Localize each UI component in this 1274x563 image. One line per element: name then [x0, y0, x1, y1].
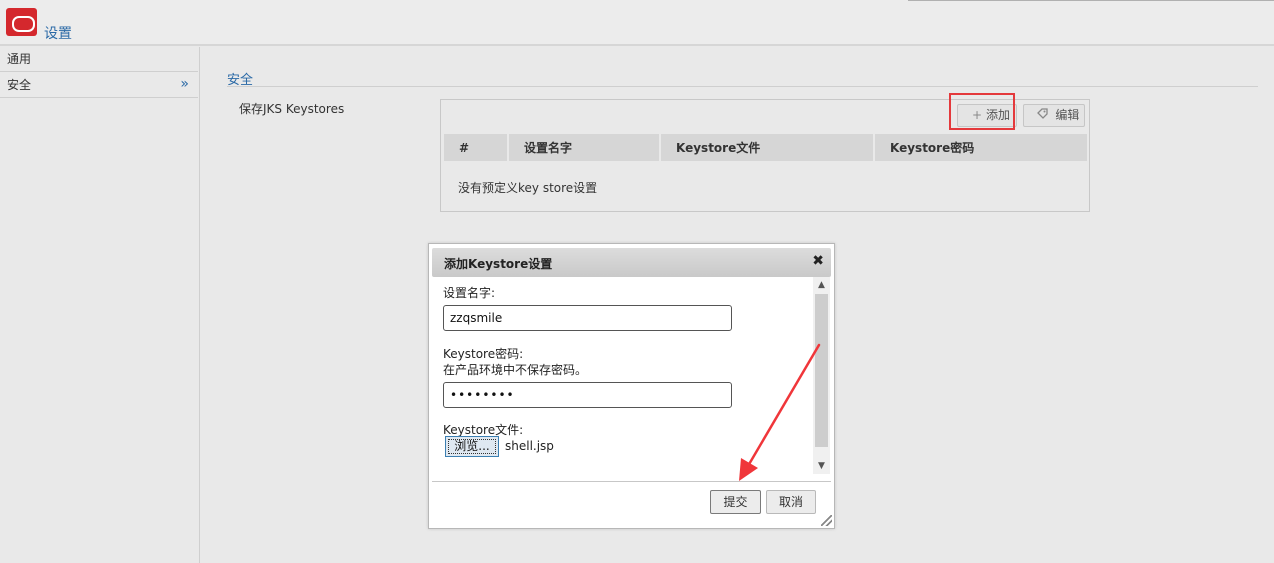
submit-button[interactable]: 提交 — [710, 490, 761, 514]
edit-button-label: 编辑 — [1055, 108, 1080, 122]
password-input[interactable] — [443, 382, 732, 408]
edit-button[interactable]: 编辑 — [1023, 104, 1085, 127]
column-header[interactable]: # — [444, 134, 508, 161]
password-field-label: Keystore密码: — [443, 347, 524, 361]
column-header[interactable]: 设置名字 — [507, 134, 660, 161]
section-divider — [227, 86, 1258, 87]
app-header: 设置 — [0, 0, 1274, 46]
name-field-label: 设置名字: — [443, 286, 496, 300]
column-header[interactable]: Keystore文件 — [659, 134, 874, 161]
scrollbar-thumb[interactable] — [815, 294, 828, 447]
resize-grip-icon[interactable] — [821, 515, 832, 526]
add-keystore-dialog: 添加Keystore设置 ✖ 设置名字: Keystore密码: 在产品环境中不… — [428, 243, 835, 529]
selected-file-name: shell.jsp — [505, 439, 554, 453]
sidebar-item-general[interactable]: 通用 — [0, 47, 198, 72]
dialog-scrollbar[interactable]: ▲ ▼ — [813, 277, 830, 474]
page-title: 设置 — [44, 26, 72, 42]
sidebar: 通用 安全 » — [0, 47, 200, 563]
sidebar-item-label: 安全 — [7, 78, 32, 92]
scroll-up-icon[interactable]: ▲ — [813, 277, 830, 293]
header-divider — [0, 44, 1274, 46]
annotation-highlight-box — [949, 93, 1015, 130]
oracle-logo-icon — [6, 8, 37, 36]
dialog-titlebar[interactable]: 添加Keystore设置 ✖ — [432, 248, 831, 277]
double-chevron-right-icon: » — [180, 76, 189, 92]
keystores-label: 保存JKS Keystores — [239, 102, 345, 116]
top-strip — [908, 0, 1274, 1]
dialog-body: 设置名字: Keystore密码: 在产品环境中不保存密码。 Keystore文… — [432, 278, 831, 478]
column-header[interactable]: Keystore密码 — [873, 134, 1087, 161]
close-icon[interactable]: ✖ — [812, 253, 824, 269]
cancel-button[interactable]: 取消 — [766, 490, 816, 514]
password-hint: 在产品环境中不保存密码。 — [443, 363, 588, 377]
scroll-down-icon[interactable]: ▼ — [813, 458, 830, 474]
sidebar-item-label: 通用 — [7, 52, 32, 66]
sidebar-item-security[interactable]: 安全 » — [0, 73, 198, 98]
dialog-title: 添加Keystore设置 — [444, 257, 553, 271]
tag-icon — [1036, 108, 1052, 122]
name-input[interactable] — [443, 305, 732, 331]
empty-table-message: 没有预定义key store设置 — [458, 181, 598, 195]
keystores-table: # 设置名字 Keystore文件 Keystore密码 — [444, 134, 1087, 161]
browse-button[interactable]: 浏览... — [445, 436, 499, 457]
dialog-divider — [432, 481, 831, 482]
